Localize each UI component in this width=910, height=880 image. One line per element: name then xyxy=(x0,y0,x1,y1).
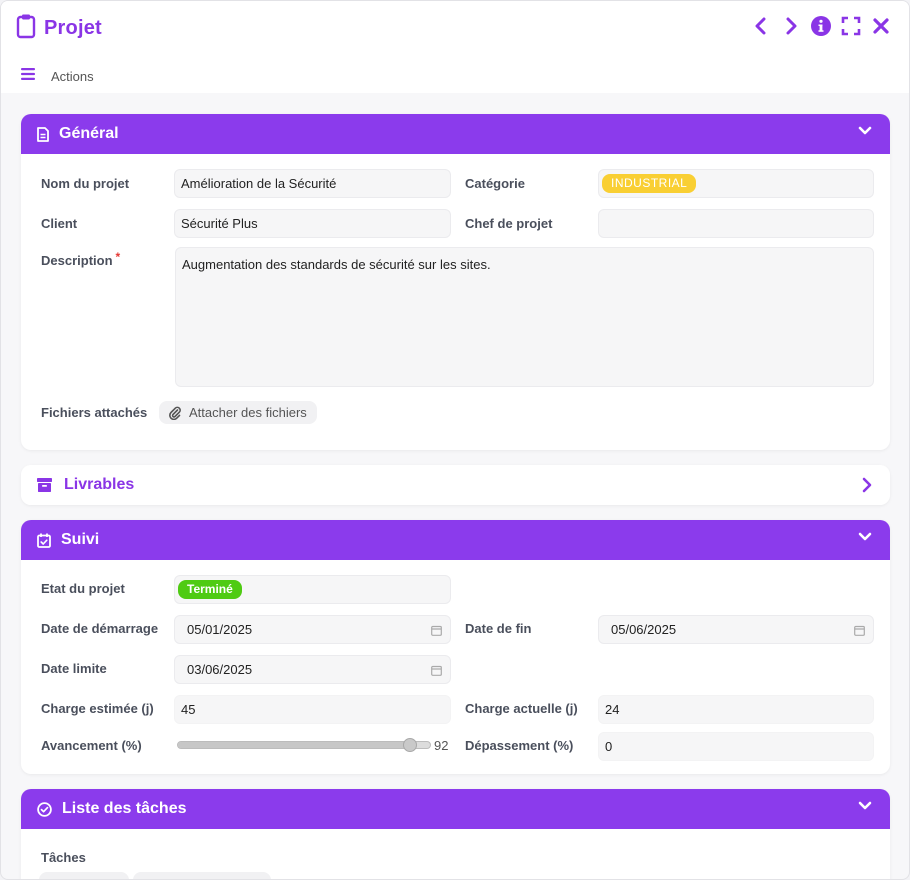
taches-toolbar-button[interactable] xyxy=(39,872,129,879)
chef-label: Chef de projet xyxy=(465,216,553,231)
close-icon[interactable] xyxy=(871,16,891,36)
next-icon[interactable] xyxy=(781,16,801,36)
debut-label: Date de démarrage xyxy=(41,621,159,636)
fin-date-input[interactable]: 05/06/2025 xyxy=(598,615,874,644)
paperclip-icon xyxy=(169,406,181,420)
previous-icon[interactable] xyxy=(751,16,771,36)
nom-field[interactable]: Amélioration de la Sécurité xyxy=(174,169,451,198)
calendar-check-icon xyxy=(37,533,51,548)
general-title: Général xyxy=(59,125,119,142)
avancement-label: Avancement (%) xyxy=(41,738,142,753)
limite-label: Date limite xyxy=(41,661,107,676)
description-textarea[interactable]: Augmentation des standards de sécurité s… xyxy=(175,247,874,387)
attach-files-label: Attacher des fichiers xyxy=(189,405,307,420)
menu-icon[interactable] xyxy=(21,67,35,85)
check-circle-icon xyxy=(37,801,52,817)
taches-toolbar-button[interactable] xyxy=(133,872,271,879)
depassement-label: Dépassement (%) xyxy=(465,738,574,753)
etat-field[interactable]: Terminé xyxy=(174,575,451,604)
charge-estimee-input[interactable]: 45 xyxy=(174,695,451,724)
description-label: Description * xyxy=(41,250,121,268)
actions-label: Actions xyxy=(51,68,94,84)
calendar-icon[interactable] xyxy=(431,664,442,679)
client-label: Client xyxy=(41,216,78,231)
window-title: Projet xyxy=(44,17,102,39)
charge-actuelle-value: 24 xyxy=(605,702,620,717)
taches-panel: Liste des tâches Tâches xyxy=(21,789,890,879)
calendar-icon[interactable] xyxy=(431,624,442,639)
etat-label: Etat du projet xyxy=(41,581,125,596)
livrables-panel: Livrables xyxy=(21,465,890,505)
chevron-right-icon[interactable] xyxy=(862,477,872,493)
livrables-title: Livrables xyxy=(64,476,135,493)
depassement-value: 0 xyxy=(605,739,613,754)
suivi-panel: Suivi Etat du projet Terminé Date de dém… xyxy=(21,520,890,774)
project-window: Projet Actions Général Nom du projet Amé… xyxy=(0,0,910,880)
charge-actuelle-label: Charge actuelle (j) xyxy=(465,701,578,716)
taches-label: Tâches xyxy=(41,850,86,865)
avancement-slider[interactable] xyxy=(177,738,431,752)
limite-date-input[interactable]: 03/06/2025 xyxy=(174,655,451,684)
calendar-icon[interactable] xyxy=(854,624,865,639)
limite-value: 03/06/2025 xyxy=(187,662,253,677)
charge-estimee-value: 45 xyxy=(181,702,196,717)
categorie-badge: INDUSTRIAL xyxy=(602,174,697,193)
slider-thumb[interactable] xyxy=(402,738,417,752)
suivi-title: Suivi xyxy=(61,531,100,548)
document-icon xyxy=(37,126,49,142)
categorie-field[interactable]: INDUSTRIAL xyxy=(598,169,874,198)
chevron-down-icon[interactable] xyxy=(858,532,872,542)
required-marker: * xyxy=(115,250,121,264)
charge-estimee-label: Charge estimée (j) xyxy=(41,701,154,716)
avancement-value: 92 xyxy=(434,738,449,753)
description-value: Augmentation des standards de sécurité s… xyxy=(182,257,491,272)
debut-value: 05/01/2025 xyxy=(187,622,253,637)
chevron-down-icon[interactable] xyxy=(858,801,872,811)
nom-value: Amélioration de la Sécurité xyxy=(181,176,337,191)
categorie-label: Catégorie xyxy=(465,176,525,191)
chef-field[interactable] xyxy=(598,209,874,238)
fin-label: Date de fin xyxy=(465,621,532,636)
fichiers-label: Fichiers attachés xyxy=(41,405,148,420)
archive-box-icon xyxy=(37,478,52,492)
info-icon[interactable] xyxy=(811,16,831,36)
charge-actuelle-input[interactable]: 24 xyxy=(598,695,874,724)
clipboard-icon xyxy=(16,13,36,44)
slider-fill xyxy=(178,742,410,748)
debut-date-input[interactable]: 05/01/2025 xyxy=(174,615,451,644)
general-header[interactable]: Général xyxy=(21,114,890,154)
livrables-header[interactable]: Livrables xyxy=(21,465,890,505)
etat-badge: Terminé xyxy=(178,580,242,599)
fin-value: 05/06/2025 xyxy=(611,622,677,637)
suivi-header[interactable]: Suivi xyxy=(21,520,890,560)
nom-label: Nom du projet xyxy=(41,176,130,191)
window-header: Projet Actions xyxy=(1,1,909,93)
general-panel: Général Nom du projet Amélioration de la… xyxy=(21,114,890,450)
actions-menu[interactable]: Actions xyxy=(21,67,94,85)
attach-files-button[interactable]: Attacher des fichiers xyxy=(159,401,317,424)
client-value: Sécurité Plus xyxy=(181,216,258,231)
chevron-down-icon[interactable] xyxy=(858,126,872,136)
depassement-input[interactable]: 0 xyxy=(598,732,874,761)
taches-header[interactable]: Liste des tâches xyxy=(21,789,890,829)
fullscreen-icon[interactable] xyxy=(841,16,861,36)
taches-title: Liste des tâches xyxy=(62,800,187,817)
window-controls xyxy=(751,16,891,36)
client-field[interactable]: Sécurité Plus xyxy=(174,209,451,238)
title-row: Projet xyxy=(16,13,102,44)
